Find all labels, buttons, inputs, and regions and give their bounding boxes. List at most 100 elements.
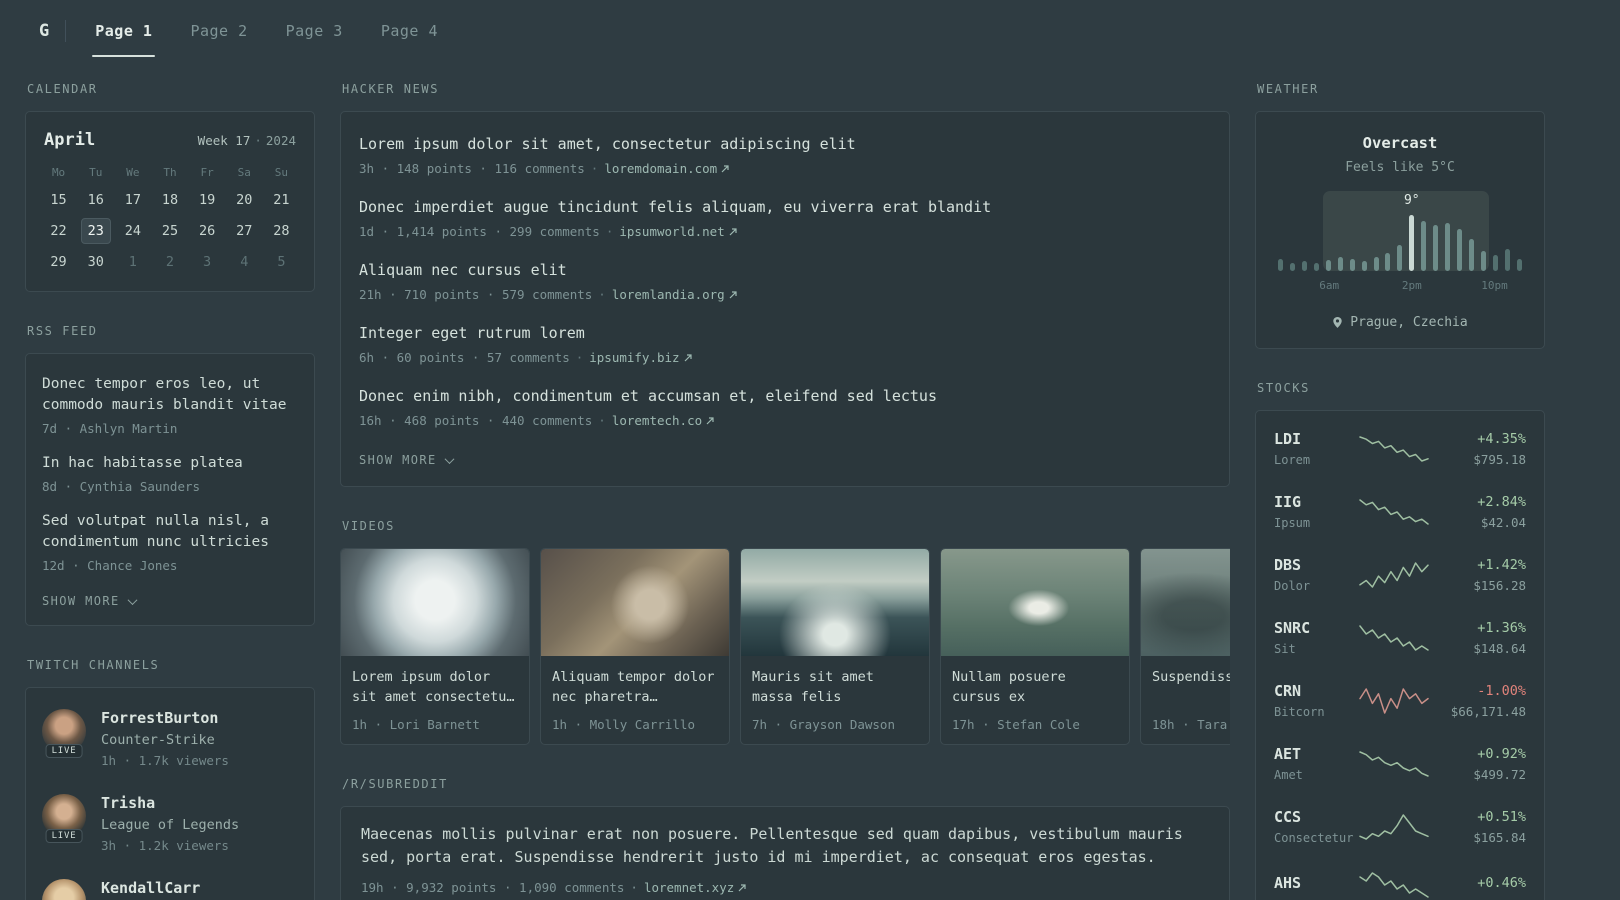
- stock-sparkline: [1359, 561, 1429, 588]
- calendar-day[interactable]: 17: [118, 187, 148, 213]
- hackernews-item-domain[interactable]: loremtech.co: [612, 413, 714, 428]
- video-card[interactable]: Lorem ipsum dolor sit amet consectetu… 1…: [340, 548, 530, 745]
- weather-bar: [1278, 259, 1283, 271]
- page-tab-label: Page 2: [190, 22, 248, 40]
- weather-bar: [1385, 253, 1391, 271]
- calendar-day[interactable]: 24: [118, 218, 148, 244]
- subreddit-widget-title: /r/subreddit: [342, 777, 448, 791]
- stock-ticker: LDI: [1274, 430, 1302, 448]
- rss-show-more-link[interactable]: SHOW MORE: [42, 594, 138, 608]
- hackernews-item-title[interactable]: Donec enim nibh, condimentum et accumsan…: [359, 387, 1211, 405]
- domain-label: loremtech.co: [611, 413, 703, 428]
- video-card[interactable]: Nullam posuere cursus ex 17h · Stefan Co…: [940, 548, 1130, 745]
- video-card[interactable]: Mauris sit amet massa felis 7h · Grayson…: [740, 548, 930, 745]
- page-tabs: Page 1 Page 2 Page 3 Page 4: [76, 0, 457, 62]
- calendar-day[interactable]: 28: [266, 218, 296, 244]
- page-tab[interactable]: Page 4: [362, 0, 457, 62]
- hackernews-card: Lorem ipsum dolor sit amet, consectetur …: [340, 111, 1230, 487]
- calendar-day[interactable]: 30: [81, 249, 111, 275]
- calendar-day[interactable]: 4: [229, 249, 259, 275]
- rss-item-title[interactable]: Donec tempor eros leo, ut commodo mauris…: [42, 374, 298, 416]
- hackernews-item-stats: 21h · 710 points · 579 comments: [359, 287, 593, 302]
- hackernews-show-more-link[interactable]: SHOW MORE: [359, 453, 455, 467]
- hackernews-item-domain[interactable]: ipsumworld.net: [619, 224, 737, 239]
- channel-name[interactable]: Trisha: [101, 794, 155, 812]
- calendar-day[interactable]: 23: [80, 218, 111, 244]
- video-body: Mauris sit amet massa felis 7h · Grayson…: [741, 656, 929, 744]
- hackernews-item-stats: 3h · 148 points · 116 comments: [359, 161, 585, 176]
- left-column: Calendar April Week 17 · 2024 Mo Tu We Th Fr Sa…: [25, 82, 315, 900]
- hackernews-item-domain[interactable]: ipsumify.biz: [589, 350, 692, 365]
- page-tab[interactable]: Page 2: [171, 0, 266, 62]
- hackernews-item-title[interactable]: Lorem ipsum dolor sit amet, consectetur …: [359, 135, 1211, 153]
- channel-name[interactable]: ForrestBurton: [101, 709, 218, 727]
- calendar-day[interactable]: 22: [44, 218, 74, 244]
- stock-values: +0.46%: [1440, 875, 1526, 896]
- domain-label: loremnet.xyz: [643, 880, 735, 895]
- weather-location[interactable]: Prague, Czechia: [1276, 315, 1524, 330]
- avatar[interactable]: LIVE: [42, 794, 86, 843]
- stock-row[interactable]: LDI Lorem +4.35% $795.18: [1274, 417, 1526, 480]
- calendar-day[interactable]: 2: [155, 249, 185, 275]
- page-tab[interactable]: Page 3: [267, 0, 362, 62]
- hackernews-item-title[interactable]: Donec imperdiet augue tincidunt felis al…: [359, 198, 1211, 216]
- rss-item-title[interactable]: In hac habitasse platea: [42, 453, 298, 474]
- video-card[interactable]: Aliquam tempor dolor nec pharetra… 1h · …: [540, 548, 730, 745]
- calendar-days-grid: 15 16 17 18 19 20 21 22 23 24 25 26 27 28 29 30 1 2 3 4 5: [40, 187, 300, 275]
- stock-row[interactable]: DBS Dolor +1.42% $156.28: [1274, 543, 1526, 606]
- video-card[interactable]: Suspendisse diam 18h · Tara: [1140, 548, 1230, 745]
- calendar-day[interactable]: 21: [266, 187, 296, 213]
- channel-name[interactable]: KendallCarr: [101, 879, 200, 897]
- weather-bar: [1361, 261, 1367, 271]
- stock-row[interactable]: IIG Ipsum +2.84% $42.04: [1274, 480, 1526, 543]
- hackernews-list: Lorem ipsum dolor sit amet, consectetur …: [359, 122, 1211, 437]
- twitch-card: LIVE ForrestBurton Counter-Strike 1h · 1…: [25, 687, 315, 900]
- calendar-day[interactable]: 20: [229, 187, 259, 213]
- stock-row[interactable]: CRN Bitcorn -1.00% $66,171.48: [1274, 669, 1526, 732]
- calendar-day[interactable]: 15: [44, 187, 74, 213]
- hackernews-item-domain[interactable]: loremdomain.com: [604, 161, 729, 176]
- page-tab[interactable]: Page 1: [76, 0, 171, 62]
- calendar-day[interactable]: 5: [266, 249, 296, 275]
- external-link-icon: [721, 164, 729, 173]
- twitch-channel-row: LIVE KendallCarr: [42, 866, 298, 900]
- stock-price: $148.64: [1473, 640, 1526, 656]
- hackernews-widget: Hacker News Lorem ipsum dolor sit amet, …: [340, 82, 1230, 487]
- rss-item-title[interactable]: Sed volutpat nulla nisl, a condimentum n…: [42, 511, 298, 553]
- stock-change: +1.36%: [1477, 619, 1526, 636]
- video-title: Mauris sit amet massa felis: [752, 669, 874, 705]
- stock-row[interactable]: AET Amet +0.92% $499.72: [1274, 732, 1526, 795]
- stock-ticker: CRN: [1274, 682, 1302, 700]
- calendar-day[interactable]: 1: [118, 249, 148, 275]
- avatar[interactable]: LIVE: [42, 709, 86, 758]
- stock-row[interactable]: CCS Consectetur +0.51% $165.84: [1274, 795, 1526, 858]
- calendar-day[interactable]: 19: [192, 187, 222, 213]
- hackernews-item-title[interactable]: Aliquam nec cursus elit: [359, 261, 1211, 279]
- hackernews-item-domain[interactable]: loremlandia.org: [612, 287, 737, 302]
- calendar-day[interactable]: 16: [81, 187, 111, 213]
- calendar-week-year: Week 17 · 2024: [198, 133, 296, 148]
- stock-row[interactable]: AHS +0.46%: [1274, 858, 1526, 900]
- subreddit-post-text[interactable]: Maecenas mollis pulvinar erat non posuer…: [361, 825, 1183, 866]
- avatar[interactable]: LIVE: [42, 879, 86, 900]
- subreddit-post-domain[interactable]: loremnet.xyz: [644, 880, 746, 895]
- calendar-day[interactable]: 3: [192, 249, 222, 275]
- hackernews-item: Aliquam nec cursus elit 21h · 710 points…: [359, 248, 1211, 311]
- dot-separator: ·: [598, 287, 606, 302]
- stock-row[interactable]: SNRC Sit +1.36% $148.64: [1274, 606, 1526, 669]
- stock-change: +0.51%: [1477, 808, 1526, 825]
- calendar-day-of-week: Su: [274, 166, 289, 179]
- calendar-day[interactable]: 25: [155, 218, 185, 244]
- calendar-day[interactable]: 29: [44, 249, 74, 275]
- subreddit-post-meta: 19h · 9,932 points · 1,090 comments · lo…: [361, 880, 1209, 895]
- calendar-day[interactable]: 26: [192, 218, 222, 244]
- external-link-icon: [729, 227, 737, 236]
- dot-separator: ·: [254, 133, 262, 148]
- video-meta: 17h · Stefan Cole: [952, 717, 1080, 732]
- calendar-day[interactable]: 27: [229, 218, 259, 244]
- twitch-widget: Twitch Channels LIVE ForrestBurton: [25, 658, 315, 900]
- app-logo[interactable]: G: [25, 21, 65, 41]
- stocks-widget: Stocks LDI Lorem +4.35% $795.18: [1255, 381, 1545, 900]
- calendar-day[interactable]: 18: [155, 187, 185, 213]
- hackernews-item-title[interactable]: Integer eget rutrum lorem: [359, 324, 1211, 342]
